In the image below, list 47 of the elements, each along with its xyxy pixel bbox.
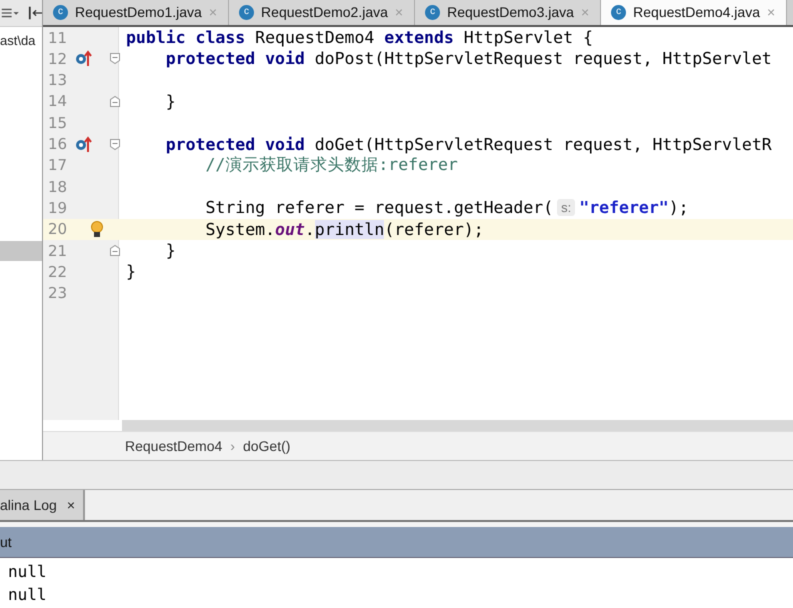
close-icon[interactable]: × xyxy=(66,497,76,513)
code-line: protected void doGet(HttpServletRequest request, HttpServletR xyxy=(164,134,772,154)
line-number: 15 xyxy=(47,114,68,132)
fold-icon xyxy=(109,138,121,151)
line-number: 14 xyxy=(47,92,68,110)
editor-tab[interactable]: c RequestDemo1.java × xyxy=(43,0,230,25)
selected-row[interactable] xyxy=(0,241,42,261)
line-number: 18 xyxy=(47,178,68,196)
code-line: } xyxy=(125,262,136,282)
line-number: 11 xyxy=(47,28,68,47)
scrollbar[interactable] xyxy=(122,420,793,432)
code-line: } xyxy=(164,92,176,111)
fold-icon xyxy=(109,52,121,66)
line-number: 20 xyxy=(47,220,68,238)
console-line: null xyxy=(8,585,48,604)
line-number: 17 xyxy=(47,156,68,174)
class-icon: c xyxy=(239,4,254,20)
line-number: 22 xyxy=(47,262,68,281)
tool-window-tab[interactable]: alina Log × xyxy=(0,490,86,520)
breadcrumb-item[interactable]: RequestDemo4 xyxy=(125,438,222,454)
class-icon: c xyxy=(53,4,68,20)
line-number: 23 xyxy=(47,284,68,302)
line-number: 19 xyxy=(47,198,68,217)
line-number: 16 xyxy=(47,135,68,154)
code-line: System.out.println(referer); xyxy=(204,220,484,239)
code-line: protected void doPost(HttpServletRequest request, HttpServlet xyxy=(164,49,772,68)
code-line: } xyxy=(164,241,176,260)
code-line: //演示获取请求头数据:referer xyxy=(204,154,458,176)
fold-icon xyxy=(109,244,121,258)
editor-tab[interactable]: c RequestDemo4.java × xyxy=(601,0,788,25)
line-number: 13 xyxy=(47,71,68,90)
separator: › xyxy=(230,438,235,454)
output-header: ut xyxy=(0,527,793,558)
tree-item[interactable]: ast\da xyxy=(0,33,42,48)
editor-tab[interactable]: c RequestDemo2.java × xyxy=(229,0,416,25)
editor-tab[interactable]: c RequestDemo3.java × xyxy=(415,0,602,25)
console-line: null xyxy=(8,562,48,581)
class-icon: c xyxy=(611,4,626,20)
class-icon: c xyxy=(425,4,440,20)
code-line: String referer = request.getHeader( s: "referer"); xyxy=(204,198,689,218)
code-line: public class RequestDemo4 extends HttpServlet { xyxy=(125,28,593,48)
override-icon xyxy=(75,50,92,68)
override-icon xyxy=(75,136,92,153)
breadcrumb-item[interactable]: doGet() xyxy=(242,438,290,454)
line-number: 21 xyxy=(47,242,68,260)
line-number: 12 xyxy=(47,50,68,68)
bulb-icon xyxy=(89,220,105,238)
